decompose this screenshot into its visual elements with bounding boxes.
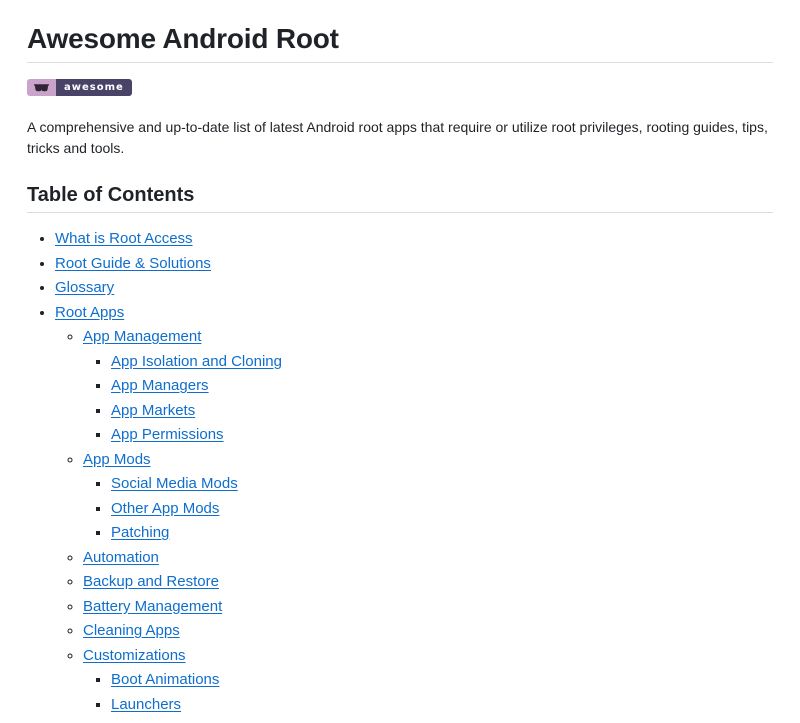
- toc-item-app-managers: App Managers: [111, 376, 773, 397]
- toc-root: What is Root Access Root Guide & Solution…: [27, 229, 773, 715]
- readme-page: Awesome Android Root awesome A comprehen…: [0, 21, 800, 715]
- toc-heading: Table of Contents: [27, 183, 773, 213]
- toc-link-launchers[interactable]: Launchers: [111, 696, 181, 713]
- toc-link-app-permissions[interactable]: App Permissions: [111, 426, 224, 443]
- toc-link-app-mods[interactable]: App Mods: [83, 451, 151, 468]
- toc-item-root-apps: Root Apps App Management App Isolation and…: [55, 303, 773, 716]
- toc-link-backup-and-restore[interactable]: Backup and Restore: [83, 573, 219, 590]
- toc-item-app-management: App ManagementApp Isolation and CloningA…: [83, 327, 773, 446]
- sunglasses-icon: [27, 79, 56, 96]
- toc-list-level-3: Boot Animations Launchers: [83, 670, 773, 715]
- toc-item-cleaning-apps: Cleaning Apps: [83, 621, 773, 642]
- toc-link-social-media-mods[interactable]: Social Media Mods: [111, 475, 238, 492]
- toc-item-app-isolation-and-cloning: App Isolation and Cloning: [111, 352, 773, 373]
- toc-list-level-1: What is Root Access Root Guide & Solution…: [27, 229, 773, 715]
- toc-item-patching: Patching: [111, 523, 773, 544]
- toc-item-root-guide-solutions: Root Guide & Solutions: [55, 254, 773, 275]
- toc-item-automation: Automation: [83, 548, 773, 569]
- toc-list-level-3: Social Media Mods Other App Mods Patching: [83, 474, 773, 544]
- toc-list-level-3: App Isolation and Cloning App Managers App…: [83, 352, 773, 446]
- toc-link-app-managers[interactable]: App Managers: [111, 377, 209, 394]
- toc-item-other-app-mods: Other App Mods: [111, 499, 773, 520]
- repo-description: A comprehensive and up-to-date list of l…: [27, 117, 773, 159]
- toc-item-what-is-root-access: What is Root Access: [55, 229, 773, 250]
- toc-item-app-markets: App Markets: [111, 401, 773, 422]
- toc-link-patching[interactable]: Patching: [111, 524, 169, 541]
- toc-link-automation[interactable]: Automation: [83, 549, 159, 566]
- badge-row: awesome: [27, 79, 773, 97]
- toc-link-glossary[interactable]: Glossary: [55, 279, 114, 296]
- toc-item-app-permissions: App Permissions: [111, 425, 773, 446]
- toc-item-app-mods: App Mods Social Media Mods Other App Mods P…: [83, 450, 773, 544]
- toc-item-battery-management: Battery Management: [83, 597, 773, 618]
- toc-item-customizations: Customizations Boot Animations Launchers: [83, 646, 773, 716]
- toc-link-customizations[interactable]: Customizations: [83, 647, 186, 664]
- toc-link-boot-animations[interactable]: Boot Animations: [111, 671, 219, 688]
- toc-link-root-apps[interactable]: Root Apps: [55, 304, 124, 321]
- awesome-badge-label: awesome: [56, 79, 132, 96]
- toc-item-boot-animations: Boot Animations: [111, 670, 773, 691]
- toc-link-app-markets[interactable]: App Markets: [111, 402, 195, 419]
- toc-item-social-media-mods: Social Media Mods: [111, 474, 773, 495]
- toc-link-app-isolation-and-cloning[interactable]: App Isolation and Cloning: [111, 353, 282, 370]
- toc-list-level-2: App ManagementApp Isolation and CloningA…: [55, 327, 773, 715]
- toc-link-app-management[interactable]: App Management: [83, 328, 201, 345]
- toc-link-battery-management[interactable]: Battery Management: [83, 598, 222, 615]
- toc-link-what-is-root-access[interactable]: What is Root Access: [55, 230, 193, 247]
- toc-item-glossary: Glossary: [55, 278, 773, 299]
- toc-link-root-guide-solutions[interactable]: Root Guide & Solutions: [55, 255, 211, 272]
- toc-item-launchers: Launchers: [111, 695, 773, 716]
- toc-link-other-app-mods[interactable]: Other App Mods: [111, 500, 219, 517]
- toc-item-backup-and-restore: Backup and Restore: [83, 572, 773, 593]
- awesome-badge[interactable]: awesome: [27, 79, 132, 96]
- page-title: Awesome Android Root: [27, 21, 773, 63]
- toc-link-cleaning-apps[interactable]: Cleaning Apps: [83, 622, 180, 639]
